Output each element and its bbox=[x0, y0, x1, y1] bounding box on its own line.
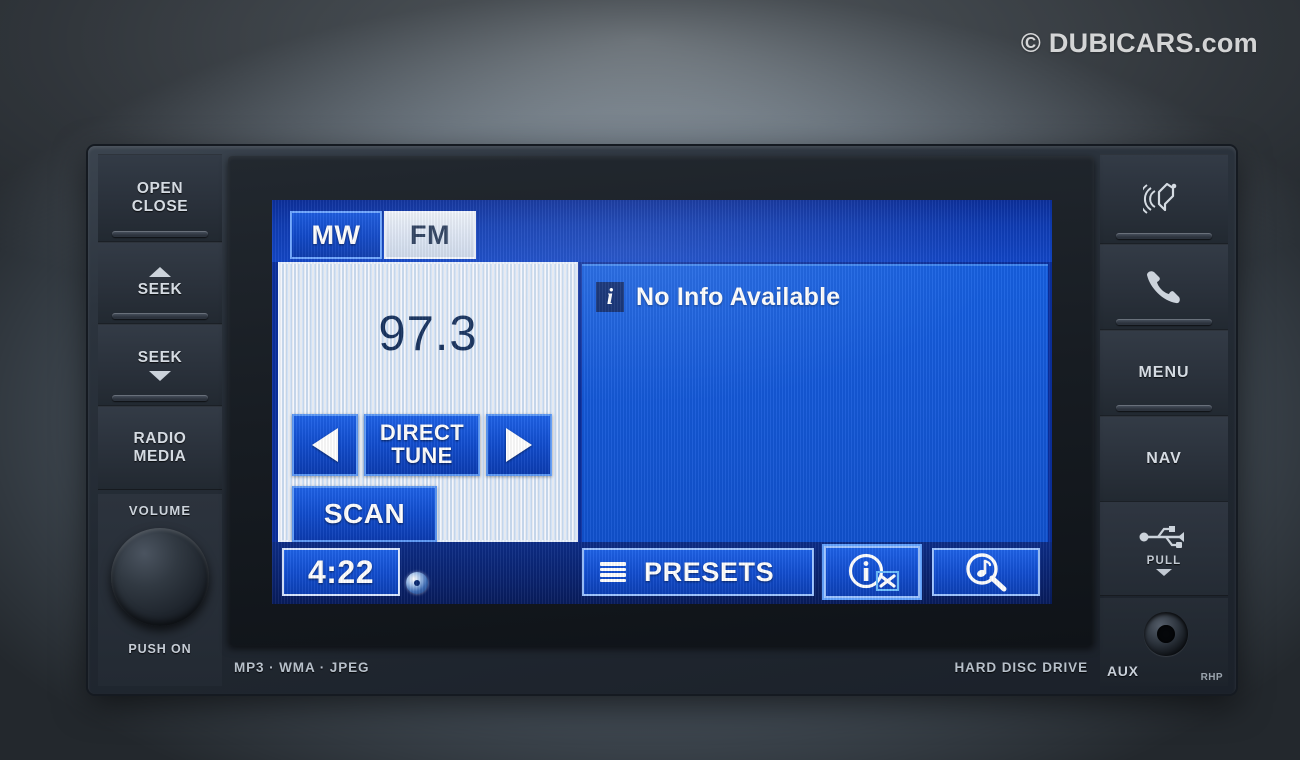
volume-label: VOLUME bbox=[128, 503, 192, 518]
direct-tune-button[interactable]: DIRECT TUNE bbox=[364, 414, 480, 476]
triangle-down-icon bbox=[149, 370, 171, 381]
triangle-up-icon bbox=[149, 267, 171, 278]
hard-disc-drive-label: HARD DISC DRIVE bbox=[954, 659, 1088, 675]
info-close-icon bbox=[848, 553, 899, 591]
open-close-button[interactable]: OPEN CLOSE bbox=[98, 154, 222, 242]
info-message-row: i No Info Available bbox=[596, 282, 840, 312]
volume-area: VOLUME PUSH ON bbox=[98, 494, 222, 686]
nav-label: NAV bbox=[1146, 450, 1182, 467]
tab-fm[interactable]: FM bbox=[384, 211, 476, 259]
voice-command-button[interactable] bbox=[1100, 154, 1228, 244]
tab-mw[interactable]: MW bbox=[290, 211, 382, 259]
aux-jack[interactable] bbox=[1144, 612, 1188, 656]
push-on-label: PUSH ON bbox=[128, 642, 192, 656]
button-ridge bbox=[1116, 233, 1212, 239]
button-ridge bbox=[112, 395, 208, 401]
tune-down-button[interactable] bbox=[292, 414, 358, 476]
triangle-right-icon bbox=[506, 428, 532, 462]
disc-icon bbox=[406, 572, 428, 594]
volume-knob[interactable] bbox=[111, 528, 209, 626]
seek-up-label: SEEK bbox=[137, 281, 183, 299]
pull-label: PULL bbox=[1146, 554, 1182, 567]
frequency-display: 97.3 bbox=[378, 307, 478, 361]
presets-label: PRESETS bbox=[644, 556, 775, 587]
music-search-button[interactable] bbox=[932, 548, 1040, 596]
screen-bezel: MW FM 97.3 DIRECT TUNE SCAN i No Info Av… bbox=[228, 156, 1094, 646]
model-code-label: RHP bbox=[1200, 672, 1223, 683]
pull-arrow-icon bbox=[1156, 568, 1172, 576]
tab-fm-label: FM bbox=[410, 219, 450, 250]
direct-tune-label-line2: TUNE bbox=[391, 443, 453, 468]
phone-button[interactable] bbox=[1100, 244, 1228, 330]
aux-port-area[interactable]: AUX RHP bbox=[1100, 598, 1228, 686]
phone-icon bbox=[1147, 271, 1180, 304]
clock-label: 4:22 bbox=[307, 553, 375, 590]
seek-down-button[interactable]: SEEK bbox=[98, 324, 222, 406]
voice-command-icon bbox=[1143, 182, 1177, 214]
info-icon: i bbox=[596, 282, 624, 312]
menu-button[interactable]: MENU bbox=[1100, 330, 1228, 416]
head-unit: OPEN CLOSE SEEK SEEK RADIO MEDIA VOLUME bbox=[88, 146, 1236, 694]
info-close-button[interactable] bbox=[822, 544, 922, 600]
nav-button[interactable]: NAV bbox=[1100, 416, 1228, 502]
touchscreen[interactable]: MW FM 97.3 DIRECT TUNE SCAN i No Info Av… bbox=[272, 200, 1052, 604]
watermark: © DUBICARS.com bbox=[1020, 28, 1258, 58]
scan-button[interactable]: SCAN bbox=[292, 486, 437, 542]
tab-mw-label: MW bbox=[311, 219, 361, 250]
button-ridge bbox=[1116, 405, 1212, 411]
clock-button[interactable]: 4:22 bbox=[282, 548, 400, 596]
music-search-icon bbox=[966, 553, 1007, 592]
button-ridge bbox=[112, 231, 208, 237]
direct-tune-label-line1: DIRECT bbox=[379, 420, 465, 446]
presets-button[interactable]: PRESETS bbox=[582, 548, 814, 596]
scan-label: SCAN bbox=[323, 498, 406, 529]
button-ridge bbox=[112, 313, 208, 319]
tune-up-button[interactable] bbox=[486, 414, 552, 476]
hamburger-icon bbox=[600, 562, 626, 582]
radio-media-label-line2: MEDIA bbox=[133, 448, 187, 465]
info-message: No Info Available bbox=[636, 282, 841, 311]
info-panel: i No Info Available bbox=[582, 264, 1048, 542]
seek-up-button[interactable]: SEEK bbox=[98, 242, 222, 324]
open-close-label-line2: CLOSE bbox=[131, 198, 189, 215]
open-close-label-line1: OPEN bbox=[136, 180, 184, 198]
radio-media-button[interactable]: RADIO MEDIA bbox=[98, 406, 222, 490]
usb-icon bbox=[1139, 525, 1184, 548]
radio-media-label-line1: RADIO bbox=[133, 430, 187, 448]
usb-port-area[interactable]: PULL bbox=[1100, 502, 1228, 596]
screen-bottom-bar: 4:22 PRESETS bbox=[272, 542, 1052, 604]
menu-label: MENU bbox=[1138, 364, 1190, 381]
tuner-panel: 97.3 DIRECT TUNE SCAN bbox=[278, 262, 578, 542]
format-strip: MP3 · WMA · JPEG HARD DISC DRIVE bbox=[222, 646, 1100, 688]
dashboard-photo: © DUBICARS.com OPEN CLOSE SEEK SEEK RADI… bbox=[0, 0, 1300, 760]
seek-down-label: SEEK bbox=[137, 349, 183, 367]
button-ridge bbox=[1116, 319, 1212, 325]
triangle-left-icon bbox=[312, 428, 338, 462]
band-selector-bar: MW FM bbox=[272, 200, 1052, 262]
aux-label: AUX bbox=[1107, 663, 1139, 679]
media-formats-label: MP3 · WMA · JPEG bbox=[234, 659, 370, 675]
